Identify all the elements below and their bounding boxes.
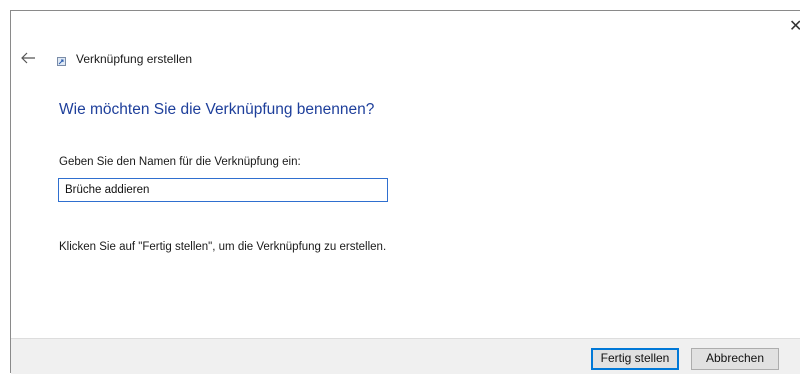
finish-button[interactable]: Fertig stellen [591,348,679,370]
instruction-text: Klicken Sie auf "Fertig stellen", um die… [59,241,387,253]
cancel-button[interactable]: Abbrechen [691,348,779,370]
wizard-footer: Fertig stellen Abbrechen [11,338,800,374]
shortcut-name-label: Geben Sie den Namen für die Verknüpfung … [59,156,301,168]
wizard-header: Verknüpfung erstellen [57,51,192,66]
shortcut-icon [57,57,66,66]
close-button[interactable]: ✕ [789,19,800,35]
back-button[interactable] [19,51,37,65]
wizard-window: ✕ Verknüpfung erstellen Wie möchten Sie … [10,10,800,374]
arrow-left-icon [21,52,35,64]
shortcut-name-input[interactable] [58,178,388,202]
wizard-title: Verknüpfung erstellen [76,51,193,66]
page-heading: Wie möchten Sie die Verknüpfung benennen… [59,101,375,118]
